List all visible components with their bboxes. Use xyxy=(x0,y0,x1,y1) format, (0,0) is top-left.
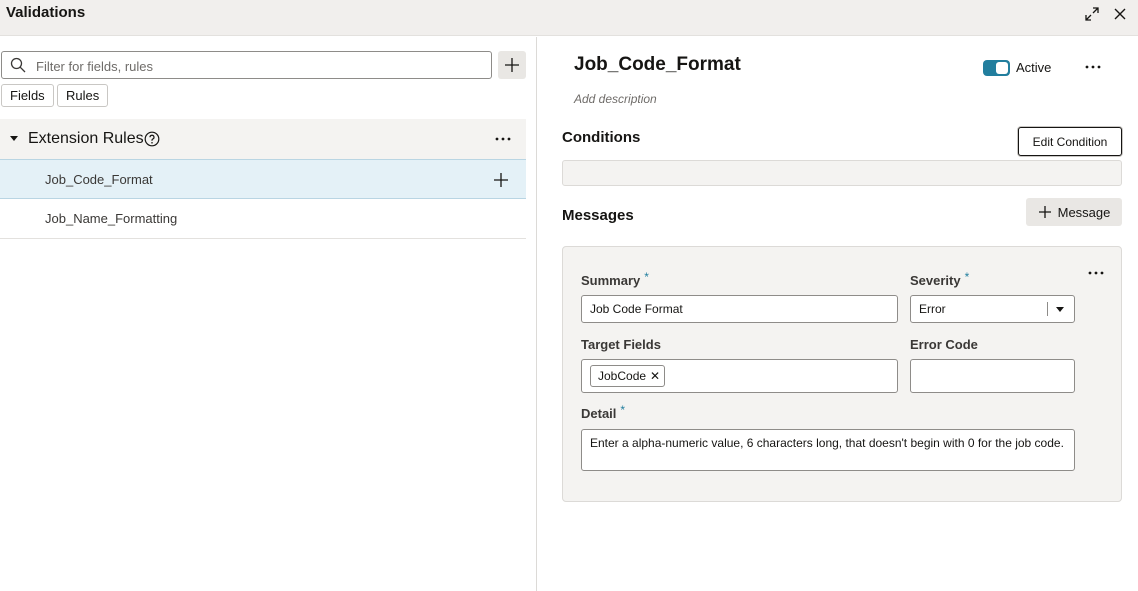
severity-label: Severity * xyxy=(910,270,970,288)
error-code-input[interactable] xyxy=(910,359,1075,393)
edit-condition-button[interactable]: Edit Condition xyxy=(1018,127,1122,156)
active-toggle[interactable] xyxy=(983,60,1010,76)
add-description-link[interactable]: Add description xyxy=(574,92,657,106)
summary-input[interactable] xyxy=(581,295,898,323)
rule-row-job-name-formatting[interactable]: Job_Name_Formatting xyxy=(0,199,526,239)
rule-label: Job_Name_Formatting xyxy=(45,211,178,226)
search-input[interactable] xyxy=(36,56,476,76)
close-icon[interactable] xyxy=(1110,4,1130,24)
rule-title: Job_Code_Format xyxy=(574,54,741,75)
required-mark: * xyxy=(644,270,649,284)
plus-icon xyxy=(505,58,519,72)
expand-icon[interactable] xyxy=(1082,4,1102,24)
add-message-button[interactable]: Message xyxy=(1026,198,1122,226)
toggle-knob xyxy=(996,62,1008,74)
add-message-label: Message xyxy=(1057,204,1111,220)
detail-textarea[interactable]: Enter a alpha-numeric value, 6 character… xyxy=(581,429,1075,471)
summary-label: Summary * xyxy=(581,270,649,288)
rules-list-pane: Fields Rules Extension Rules Job_Code_Fo… xyxy=(0,37,537,591)
detail-label: Detail * xyxy=(581,403,626,421)
chevron-down-icon[interactable] xyxy=(1056,307,1064,312)
filter-fields-chip[interactable]: Fields xyxy=(1,84,54,107)
rule-row-job-code-format[interactable]: Job_Code_Format xyxy=(0,159,526,199)
target-fields-input[interactable]: JobCode ✕ xyxy=(581,359,898,393)
severity-value: Error xyxy=(919,302,946,316)
help-icon[interactable] xyxy=(144,131,160,152)
filter-rules-chip[interactable]: Rules xyxy=(57,84,109,107)
search-icon xyxy=(10,57,26,78)
caret-down-icon[interactable] xyxy=(10,136,18,141)
severity-select[interactable]: Error xyxy=(910,295,1075,323)
section-more-icon[interactable] xyxy=(492,129,514,149)
detail-value: Enter a alpha-numeric value, 6 character… xyxy=(590,436,1064,450)
extension-rules-header[interactable]: Extension Rules xyxy=(0,119,526,159)
messages-heading: Messages xyxy=(562,207,634,224)
active-label: Active xyxy=(1016,60,1052,75)
add-rule-button[interactable] xyxy=(498,51,526,79)
rule-label: Job_Code_Format xyxy=(45,172,153,187)
condition-display xyxy=(562,160,1122,186)
search-box xyxy=(1,51,492,79)
window-title: Validations xyxy=(6,4,86,21)
message-more-icon[interactable] xyxy=(1085,263,1107,283)
select-separator xyxy=(1047,302,1048,316)
plus-icon[interactable] xyxy=(492,171,510,189)
required-mark: * xyxy=(620,403,626,417)
rule-more-icon[interactable] xyxy=(1082,57,1104,77)
remove-token-icon[interactable]: ✕ xyxy=(650,366,660,386)
plus-icon xyxy=(1038,206,1051,218)
conditions-heading: Conditions xyxy=(562,129,641,146)
section-title: Extension Rules xyxy=(28,130,144,147)
rule-detail-pane: Job_Code_Format Active Add description C… xyxy=(538,37,1138,591)
title-bar: Validations xyxy=(0,0,1138,36)
target-token-jobcode: JobCode ✕ xyxy=(590,365,666,387)
target-fields-label: Target Fields xyxy=(581,337,661,352)
message-card: Summary* Severity* Error Target Fields J… xyxy=(562,246,1122,502)
required-mark: * xyxy=(964,270,970,284)
error-code-label: Error Code xyxy=(910,337,978,352)
token-label: JobCode xyxy=(598,369,647,383)
